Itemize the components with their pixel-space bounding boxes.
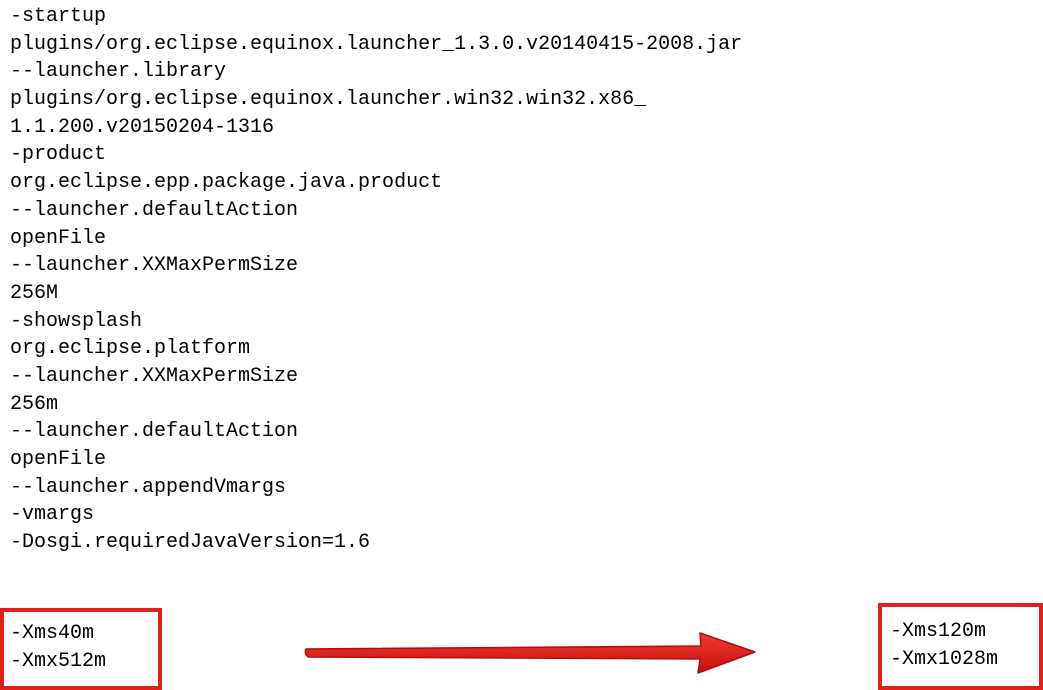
config-line: 1.1.200.v20150204-1316 <box>10 115 275 139</box>
config-line: --launcher.defaultAction <box>10 420 299 444</box>
eclipse-ini-content: -startup plugins/org.eclipse.equinox.lau… <box>10 3 1030 557</box>
after-values-box: -Xms120m -Xmx1028m <box>878 603 1043 690</box>
config-line: openFile <box>10 226 107 250</box>
config-line: --launcher.defaultAction <box>10 198 299 222</box>
before-values-box: -Xms40m -Xmx512m <box>0 608 162 690</box>
config-line: -vmargs <box>10 503 95 527</box>
config-line: org.eclipse.platform <box>10 337 251 361</box>
config-line: -startup <box>10 5 107 28</box>
config-line: -showsplash <box>10 309 143 333</box>
config-line: --launcher.appendVmargs <box>10 475 287 499</box>
config-line: org.eclipse.epp.package.java.product <box>10 171 443 195</box>
config-line: openFile <box>10 448 107 471</box>
config-line: plugins/org.eclipse.equinox.launcher.win… <box>10 88 647 112</box>
config-line: -Dosgi.requiredJavaVersion=1.6 <box>10 531 371 555</box>
config-line: plugins/org.eclipse.equinox.launcher_1.3… <box>10 32 743 56</box>
config-line: -product <box>10 143 107 167</box>
after-xmx-value: -Xmx1028m <box>890 647 999 671</box>
right-arrow-icon <box>304 632 756 674</box>
before-xmx-value: -Xmx512m <box>10 649 107 673</box>
after-xms-value: -Xms120m <box>890 620 987 643</box>
config-line: 256m <box>10 392 59 416</box>
config-line: 256M <box>10 281 59 305</box>
config-line: --launcher.XXMaxPermSize <box>10 254 299 278</box>
before-xms-value: -Xms40m <box>10 622 95 645</box>
config-line: --launcher.library <box>10 60 227 84</box>
config-line: --launcher.XXMaxPermSize <box>10 364 299 388</box>
